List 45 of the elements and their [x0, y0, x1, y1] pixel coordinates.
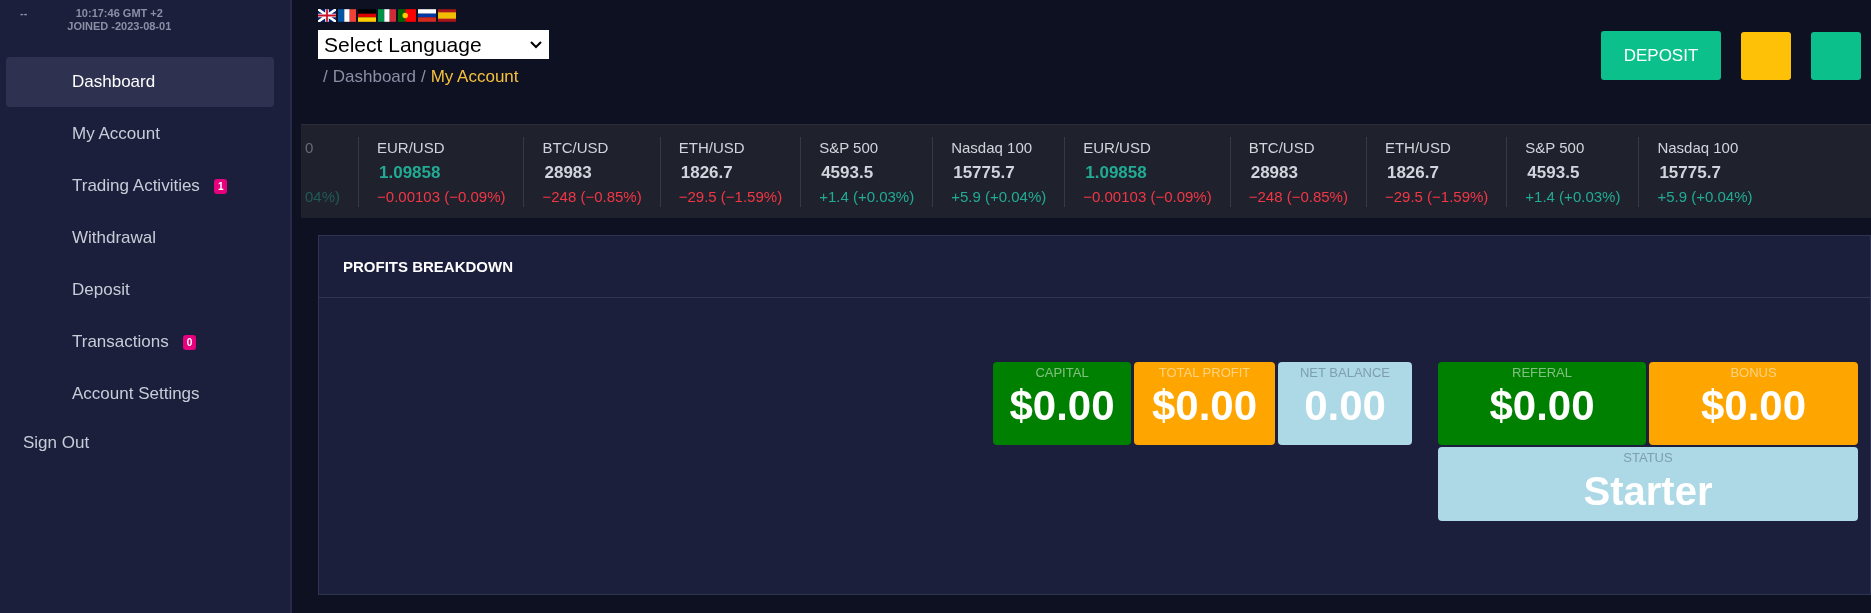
stat-card: REFERAL $0.00 [1438, 362, 1646, 445]
stat-card: BONUS $0.00 [1649, 362, 1858, 445]
sidebar-item[interactable]: Transactions 0 [6, 317, 274, 367]
sidebar-item[interactable]: Trading Activities 1 [6, 161, 274, 211]
clock-time: 10:17:46 GMT +2 [75, 7, 163, 20]
breadcrumb-separator: / [420, 67, 426, 87]
ticker-item[interactable]: Nasdaq 100 15775.7 +5.9 (+0.04%) [932, 136, 1065, 207]
ticker-item[interactable]: EUR/USD 1.09858 −0.00103 (−0.09%) [1064, 136, 1230, 207]
ticker-item[interactable]: BTC/USD 28983 −248 (−0.85%) [523, 136, 660, 207]
ticker-item[interactable]: Nasdaq 100 15775.7 +5.9 (+0.04%) [1638, 136, 1771, 207]
flag-icon[interactable] [338, 9, 356, 22]
ticker-item[interactable]: ETH/USD 1826.7 −29.5 (−1.59%) [659, 136, 801, 207]
language-select[interactable]: Select Language [318, 30, 549, 59]
status-card: STATUS Starter [1438, 447, 1858, 521]
panel-title: PROFITS BREAKDOWN [343, 258, 513, 275]
flag-icon[interactable] [398, 9, 416, 22]
breadcrumb-separator: / [323, 67, 328, 87]
sidebar-item-label: Trading Activities [72, 176, 200, 196]
sidebar-item[interactable]: Deposit [6, 265, 274, 315]
ticker-item[interactable]: EUR/USD 1.09858 −0.00103 (−0.09%) [358, 136, 524, 207]
flag-icon[interactable] [418, 9, 436, 22]
ticker-symbol: 0 [305, 137, 315, 158]
sidebar-item[interactable]: Account Settings [6, 369, 274, 419]
stat-card: TOTAL PROFIT $0.00 [1134, 362, 1275, 445]
stat-card: CAPITAL $0.00 [993, 362, 1131, 445]
breadcrumb-link[interactable]: Dashboard [332, 67, 416, 87]
sidebar-item-label: Transactions [72, 332, 169, 352]
sidebar-item[interactable]: Withdrawal [6, 213, 274, 263]
chevron-down-icon [529, 39, 543, 50]
ticker-item[interactable]: ETH/USD 1826.7 −29.5 (−1.59%) [1365, 136, 1507, 207]
ticker-item[interactable]: S&P 500 4593.5 +1.4 (+0.03%) [1506, 136, 1639, 207]
flag-icon[interactable] [358, 9, 376, 22]
count-badge: 1 [213, 178, 228, 194]
breadcrumb-link[interactable]: My Account [430, 67, 519, 87]
sidebar-item[interactable]: Dashboard [6, 57, 274, 107]
user-name: -- [20, 7, 28, 21]
count-badge: 0 [182, 334, 197, 350]
stat-card: NET BALANCE 0.00 [1278, 362, 1412, 445]
sign-out-link[interactable]: Sign Out [0, 421, 290, 465]
sidebar-item[interactable]: My Account [6, 109, 274, 159]
flag-icon[interactable] [318, 9, 336, 22]
ticker-item[interactable]: BTC/USD 28983 −248 (−0.85%) [1229, 136, 1366, 207]
flag-icon[interactable] [378, 9, 396, 22]
joined-date: JOINED -2023-08-01 [67, 20, 172, 33]
ticker-item[interactable]: S&P 500 4593.5 +1.4 (+0.03%) [800, 136, 933, 207]
